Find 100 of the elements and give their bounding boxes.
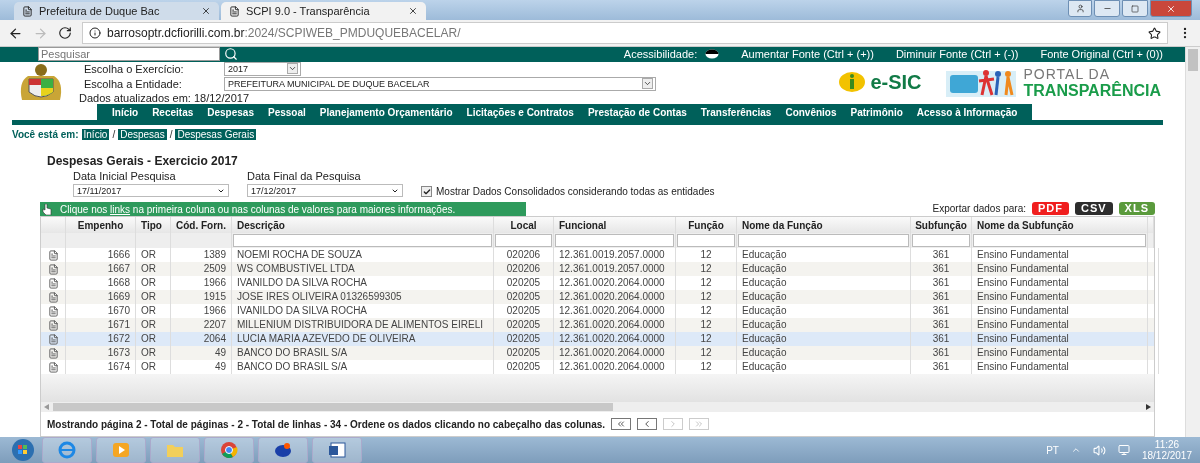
- scroll-right-icon[interactable]: [1146, 404, 1151, 410]
- date-select[interactable]: 17/11/2017: [73, 184, 229, 197]
- document-w-icon: [327, 441, 347, 459]
- reload-icon[interactable]: [58, 26, 72, 40]
- column-header[interactable]: Funcional: [554, 217, 676, 233]
- update-date: Dados atualizados em: 18/12/2017: [79, 91, 250, 104]
- accessibility-label: Acessibilidade:: [623, 48, 698, 61]
- nav-link[interactable]: Transferências: [700, 106, 772, 118]
- maximize-icon: [1131, 4, 1139, 13]
- nav-link[interactable]: Receitas: [152, 106, 194, 118]
- pager-button[interactable]: [637, 418, 658, 430]
- column-header[interactable]: Empenho: [66, 217, 136, 233]
- document-icon[interactable]: [47, 291, 59, 303]
- globe-e-icon: [57, 441, 77, 459]
- nav-link[interactable]: Pessoal: [267, 106, 306, 118]
- taskbar-button[interactable]: [258, 437, 308, 463]
- star-icon[interactable]: [1148, 26, 1161, 40]
- user-icon: [1075, 4, 1085, 13]
- document-icon[interactable]: [47, 277, 59, 289]
- page-icon: [229, 5, 240, 17]
- play-icon: [111, 441, 131, 459]
- document-icon[interactable]: [47, 333, 59, 345]
- header-corner: [1148, 217, 1154, 233]
- page-icon: [22, 5, 33, 17]
- nav-link[interactable]: Convênios: [785, 106, 837, 118]
- column-header[interactable]: Cód. Forn.: [171, 217, 232, 233]
- document-icon[interactable]: [47, 305, 59, 317]
- browser-tab[interactable]: SCPI 9.0 - Transparência: [221, 2, 426, 20]
- document-icon[interactable]: [47, 361, 59, 373]
- nav-link[interactable]: Planejamento Orçamentário: [319, 106, 453, 118]
- filter-field[interactable]: [738, 234, 909, 247]
- nav-link[interactable]: Acesso à Informação: [916, 106, 1018, 118]
- portal-logo-text[interactable]: PORTAL DA TRANSPARÊNCIA: [1023, 65, 1161, 100]
- nav-link[interactable]: Licitações e Contratos: [466, 106, 574, 118]
- font-size-link[interactable]: Fonte Original (Ctrl + (0)): [1040, 48, 1163, 61]
- nav-link[interactable]: Despesas: [207, 106, 254, 118]
- horizontal-scrollbar[interactable]: [41, 402, 1154, 412]
- column-header[interactable]: Nome da Subfunção: [972, 217, 1148, 233]
- breadcrumb-link[interactable]: Início: [81, 129, 110, 140]
- search-icon[interactable]: [224, 47, 238, 62]
- pagination-text: Mostrando página 2 - Total de páginas - 2 - Total de linhas - 34 - Ordene os dados clicando no cabeçalho das colunas.: [47, 418, 606, 430]
- minimize-button[interactable]: [1094, 0, 1120, 17]
- user-button[interactable]: [1068, 0, 1092, 17]
- nav-link[interactable]: Início: [112, 106, 139, 118]
- breadcrumb-link[interactable]: Despesas: [118, 129, 167, 140]
- filter-field[interactable]: [973, 234, 1146, 247]
- page-title: Despesas Gerais - Exercicio 2017: [47, 154, 239, 168]
- year-select[interactable]: 2017: [224, 61, 301, 76]
- export-label: Exportar dados para:: [932, 203, 1026, 214]
- column-header[interactable]: Subfunção: [911, 217, 972, 233]
- pager-button[interactable]: [611, 418, 632, 430]
- close-icon[interactable]: [201, 6, 211, 16]
- document-icon[interactable]: [47, 319, 59, 331]
- scroll-left-icon[interactable]: [44, 404, 49, 410]
- column-header[interactable]: Função: [676, 217, 737, 233]
- close-icon[interactable]: [408, 6, 418, 16]
- field-label: Data Final da Pesquisa: [247, 169, 362, 182]
- export-button[interactable]: CSV: [1074, 202, 1113, 215]
- field-label: Escolha o Exercício:: [84, 62, 185, 75]
- taskbar-button[interactable]: [312, 437, 362, 463]
- filter-field[interactable]: [233, 234, 492, 247]
- font-size-link[interactable]: Aumentar Fonte (Ctrl + (+)): [741, 48, 874, 61]
- nav-link[interactable]: Prestação de Contas: [587, 106, 687, 118]
- last-page-icon: [694, 419, 705, 429]
- info-text: Clique nos links na primeira coluna ou nas colunas de valores para maiores informações.: [60, 203, 456, 215]
- nav-link[interactable]: Patrimônio: [850, 106, 903, 118]
- document-icon[interactable]: [47, 347, 59, 359]
- search-field[interactable]: Pesquisar: [38, 47, 220, 62]
- filter-field[interactable]: [677, 234, 735, 247]
- column-header[interactable]: Local: [494, 217, 554, 233]
- breadcrumb-link[interactable]: Despesas Gerais: [175, 129, 257, 140]
- date-select[interactable]: 17/12/2017: [247, 184, 403, 197]
- filter-field[interactable]: [912, 234, 970, 247]
- breadcrumb-separator: /: [112, 129, 116, 140]
- info-icon[interactable]: [89, 27, 101, 39]
- hand-cursor-icon: [42, 203, 52, 215]
- entity-select[interactable]: PREFEITURA MUNICIPAL DE DUQUE BACELAR: [224, 76, 656, 91]
- document-icon[interactable]: [47, 249, 59, 261]
- volume-icon[interactable]: [1092, 443, 1106, 457]
- checkbox[interactable]: [421, 186, 432, 197]
- info-link[interactable]: links: [110, 203, 131, 215]
- export-button[interactable]: PDF: [1031, 202, 1069, 215]
- breadcrumb-label: Você está em:: [12, 129, 79, 140]
- esic-logo-text[interactable]: e-SIC: [870, 71, 922, 95]
- browser-tab[interactable]: Prefeitura de Duque Bac: [14, 2, 219, 20]
- font-size-link[interactable]: Diminuir Fonte (Ctrl + (-)): [895, 48, 1019, 61]
- document-icon[interactable]: [47, 263, 59, 275]
- address-field[interactable]: barrosoptr.dcfiorilli.com.br:2024/SCPIWEB_PMDUQUEBACELAR/: [82, 22, 1168, 44]
- filter-field[interactable]: [495, 234, 552, 247]
- column-header[interactable]: Descrição: [232, 217, 494, 233]
- maximize-button[interactable]: [1122, 0, 1148, 17]
- column-header[interactable]: Nome da Função: [737, 217, 911, 233]
- contrast-icon[interactable]: [705, 49, 720, 60]
- filter-field[interactable]: [555, 234, 674, 247]
- first-page-icon: [616, 419, 627, 429]
- back-icon[interactable]: [8, 25, 23, 41]
- network-icon[interactable]: [1117, 444, 1130, 456]
- vertical-scrollbar[interactable]: [1185, 47, 1200, 437]
- info-bubble-icon: [838, 70, 867, 95]
- column-header[interactable]: Tipo: [136, 217, 171, 233]
